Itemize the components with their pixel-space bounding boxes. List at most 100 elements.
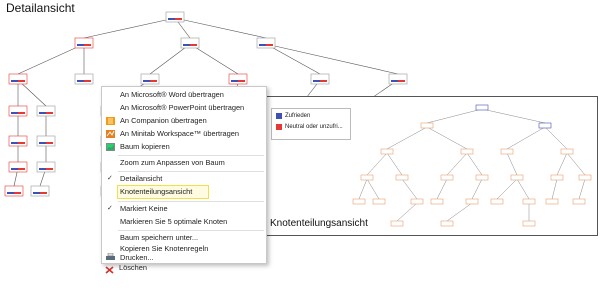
menu-item-mark-none[interactable]: ✓ Markiert Keine xyxy=(102,203,266,215)
split-tree-edge xyxy=(426,126,468,150)
split-tree-node[interactable] xyxy=(578,174,592,181)
tree-node[interactable] xyxy=(8,135,28,147)
split-tree-node[interactable] xyxy=(500,148,514,155)
split-tree-edge xyxy=(386,126,428,150)
tree-node[interactable] xyxy=(180,37,200,49)
menu-item-label: An Microsoft® PowerPoint übertragen xyxy=(120,103,245,112)
tree-node[interactable] xyxy=(74,73,94,85)
split-tree-node[interactable] xyxy=(372,198,386,205)
menu-item-label: Zoom zum Anpassen von Baum xyxy=(120,158,225,167)
split-tree-node[interactable] xyxy=(522,220,536,227)
check-icon: ✓ xyxy=(107,175,113,182)
menu-item-label: Löschen xyxy=(119,263,147,272)
tree-node[interactable] xyxy=(256,37,276,49)
menu-item-copy-tree[interactable]: Baum kopieren xyxy=(102,141,266,153)
tree-node[interactable] xyxy=(165,11,185,23)
menu-item-label: Markieren Sie 5 optimale Knoten xyxy=(120,217,228,226)
tree-node[interactable] xyxy=(8,73,28,85)
split-tree-node[interactable] xyxy=(360,174,374,181)
split-tree-edge xyxy=(396,202,418,222)
menu-item-zoom-fit[interactable]: Zoom zum Anpassen von Baum xyxy=(102,157,266,169)
printer-icon xyxy=(106,252,115,261)
menu-item-label: An Companion übertragen xyxy=(120,116,207,125)
split-tree-node[interactable] xyxy=(410,198,424,205)
tree-node[interactable] xyxy=(388,73,408,85)
tree-node[interactable] xyxy=(310,73,330,85)
menu-item-label: Baum kopieren xyxy=(120,142,170,151)
split-tree-node[interactable] xyxy=(545,198,559,205)
tree-node[interactable] xyxy=(8,105,28,117)
split-tree-edge xyxy=(496,178,518,200)
menu-item-delete[interactable]: Löschen xyxy=(101,262,265,274)
split-tree-edge xyxy=(481,108,546,124)
menu-item-detail-view[interactable]: ✓ Detailansicht xyxy=(102,173,266,185)
split-tree-node[interactable] xyxy=(420,122,434,129)
tree-edge xyxy=(83,17,176,39)
split-tree-node[interactable] xyxy=(475,104,489,111)
menu-item-node-split-view[interactable]: Knotenteilungsansicht xyxy=(102,186,266,198)
split-tree-node[interactable] xyxy=(490,198,504,205)
companion-icon xyxy=(106,117,115,125)
tree-edge xyxy=(189,43,239,75)
split-tree-node[interactable] xyxy=(538,122,552,129)
tree-node[interactable] xyxy=(4,185,24,197)
menu-item-companion[interactable]: An Companion übertragen xyxy=(102,115,266,127)
tree-node[interactable] xyxy=(74,37,94,49)
split-tree-edge xyxy=(471,178,483,200)
menu-separator xyxy=(118,171,264,172)
menu-item-powerpoint[interactable]: An Microsoft® PowerPoint übertragen xyxy=(102,102,266,114)
split-tree-node[interactable] xyxy=(465,198,479,205)
menu-item-word[interactable]: An Microsoft® Word übertragen xyxy=(102,89,266,101)
split-tree-node[interactable] xyxy=(522,198,536,205)
menu-separator xyxy=(118,201,264,202)
check-icon: ✓ xyxy=(107,205,113,212)
menu-item-label: Detailansicht xyxy=(120,174,163,183)
tree-node[interactable] xyxy=(36,161,56,173)
split-tree-node[interactable] xyxy=(440,174,454,181)
menu-item-mark-optimal[interactable]: Markieren Sie 5 optimale Knoten xyxy=(102,216,266,228)
split-tree-edge xyxy=(366,178,380,200)
menu-item-workspace[interactable]: An Minitab Workspace™ übertragen xyxy=(102,128,266,140)
split-tree-edge xyxy=(446,202,473,222)
tree-edge xyxy=(265,43,399,75)
screenshot-stage: Detailansicht Zufrieden Neutral oder unz… xyxy=(0,0,600,296)
split-tree-node[interactable] xyxy=(560,148,574,155)
tree-edge xyxy=(149,43,191,75)
split-tree-node[interactable] xyxy=(475,174,489,181)
split-tree-edge xyxy=(578,178,586,200)
split-tree-edge xyxy=(506,152,518,176)
split-tree-node[interactable] xyxy=(395,174,409,181)
split-tree-edge xyxy=(551,178,558,200)
tree-node[interactable] xyxy=(36,135,56,147)
tree-node[interactable] xyxy=(140,73,160,85)
split-tree-edge xyxy=(426,108,483,124)
copy-tree-icon xyxy=(106,143,115,151)
legend-label-neutral: Neutral oder unzufri... xyxy=(285,124,343,130)
menu-item-label: Knotenteilungsansicht xyxy=(120,187,193,196)
split-tree-node[interactable] xyxy=(430,198,444,205)
tree-node[interactable] xyxy=(8,161,28,173)
tree-node[interactable] xyxy=(228,73,248,85)
node-split-title: Knotenteilungsansicht xyxy=(270,218,368,229)
legend-label-satisfied: Zufrieden xyxy=(285,113,311,119)
tree-node[interactable] xyxy=(30,185,50,197)
menu-separator xyxy=(118,230,264,231)
split-tree-node[interactable] xyxy=(550,174,564,181)
split-tree-edge xyxy=(386,152,403,176)
split-tree-node[interactable] xyxy=(510,174,524,181)
split-tree-node[interactable] xyxy=(380,148,394,155)
legend-swatch-neutral xyxy=(276,124,282,130)
split-tree-edge xyxy=(436,178,448,200)
split-tree-node[interactable] xyxy=(352,198,366,205)
split-tree-node[interactable] xyxy=(440,220,454,227)
split-tree-node[interactable] xyxy=(572,198,586,205)
tree-node[interactable] xyxy=(36,105,56,117)
split-tree-edge xyxy=(506,126,546,150)
split-tree-node[interactable] xyxy=(390,220,404,227)
split-tree-edge xyxy=(466,152,483,176)
split-tree-edge xyxy=(544,126,568,150)
workspace-icon xyxy=(106,130,115,138)
split-tree-node[interactable] xyxy=(460,148,474,155)
tree-edge xyxy=(265,43,321,75)
split-tree-edge xyxy=(516,178,530,200)
